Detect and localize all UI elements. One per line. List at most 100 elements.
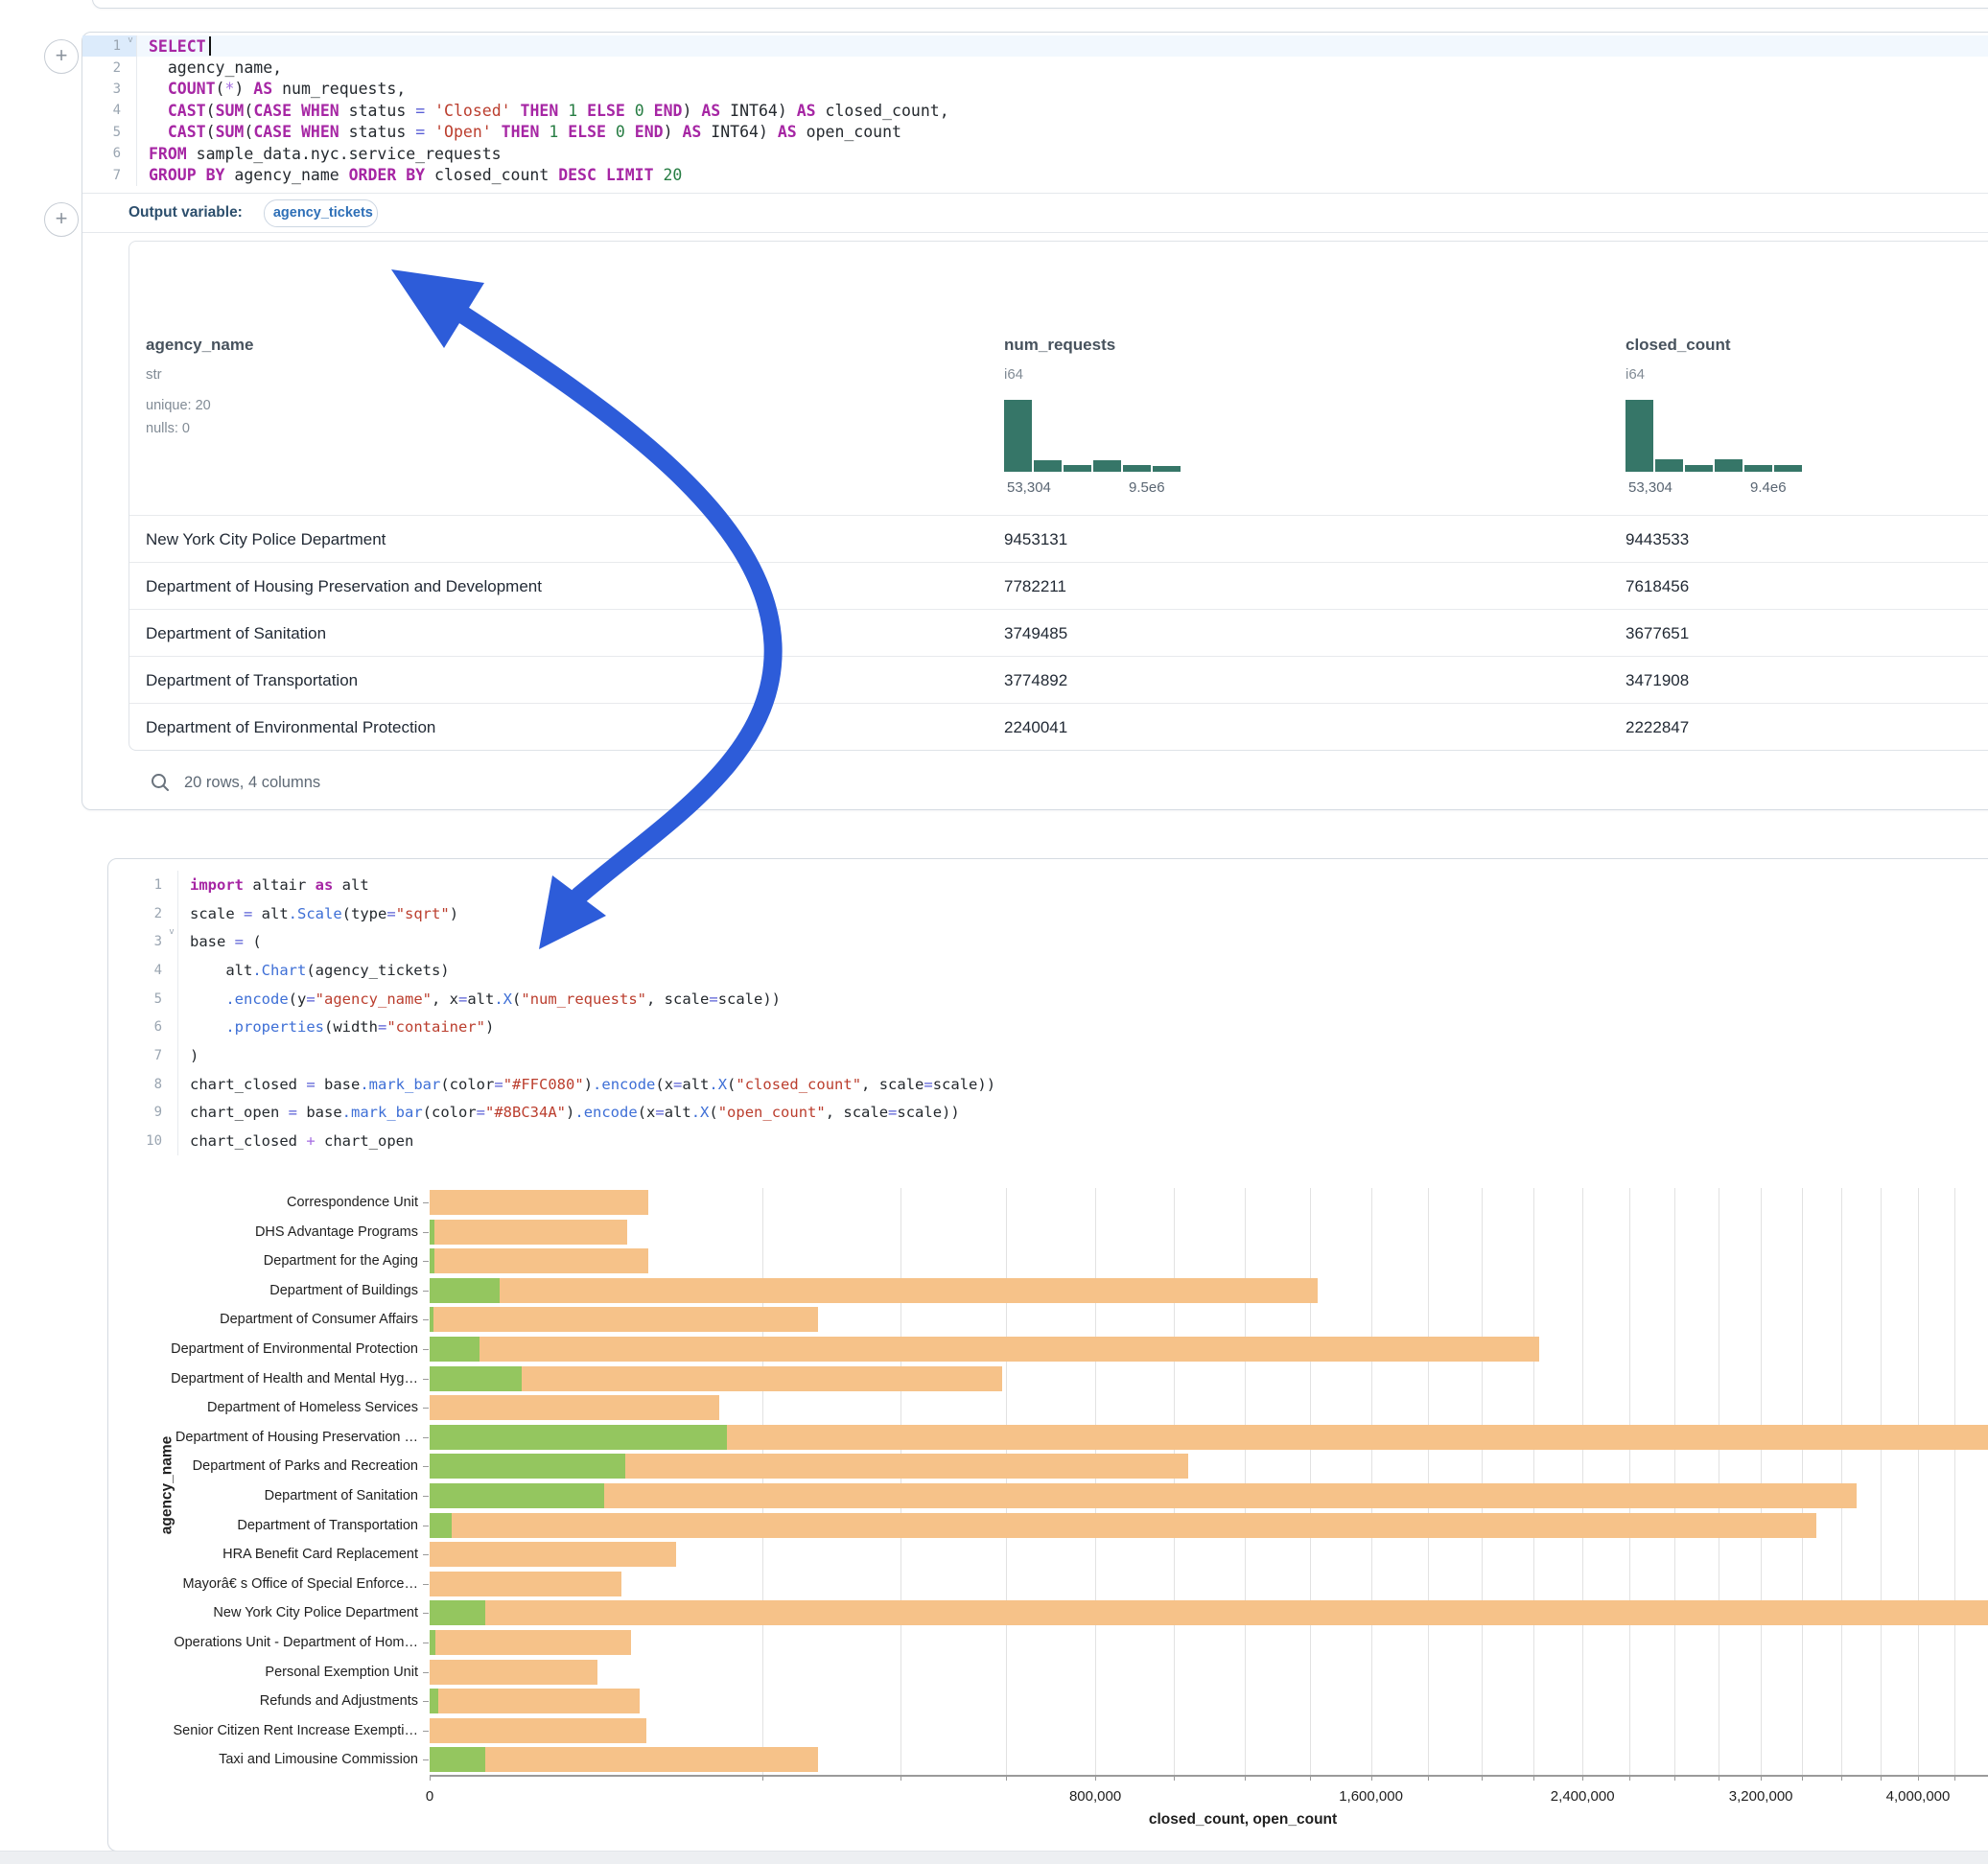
code-line-content[interactable]: SELECT xyxy=(136,35,1988,57)
add-cell-button-output[interactable]: + xyxy=(44,202,79,237)
code-line[interactable]: 7GROUP BY agency_name ORDER BY closed_co… xyxy=(82,164,1988,185)
line-gutter: 5 xyxy=(82,122,136,143)
gridline xyxy=(1674,1188,1675,1775)
code-token: SUM xyxy=(216,123,245,141)
y-axis-tick xyxy=(423,1232,429,1233)
table-cell[interactable]: 7618456 xyxy=(1625,577,1689,596)
code-token: INT64) xyxy=(701,123,777,141)
table-cell[interactable]: 2240041 xyxy=(1004,718,1067,737)
x-axis-line xyxy=(430,1775,1988,1777)
code-token xyxy=(644,102,654,120)
code-line-content[interactable]: COUNT(*) AS num_requests, xyxy=(136,79,1988,100)
table-cell[interactable]: 9453131 xyxy=(1004,530,1067,549)
y-axis-tick xyxy=(423,1437,429,1438)
table-cell[interactable]: 3471908 xyxy=(1625,671,1689,690)
code-line[interactable]: 5 CAST(SUM(CASE WHEN status = 'Open' THE… xyxy=(82,122,1988,143)
code-token: = xyxy=(415,102,425,120)
y-axis-tick xyxy=(423,1584,429,1585)
y-axis-label: Department of Homeless Services xyxy=(207,1400,418,1415)
line-number: 5 xyxy=(82,122,125,143)
code-line-content[interactable]: GROUP BY agency_name ORDER BY closed_cou… xyxy=(136,164,1988,185)
column-header-num_requests[interactable]: num_requests xyxy=(1004,336,1115,355)
bar-open xyxy=(430,1220,434,1245)
histogram-bar xyxy=(1153,466,1181,472)
table-cell[interactable]: 3749485 xyxy=(1004,624,1067,643)
table-cell[interactable]: 7782211 xyxy=(1004,577,1066,596)
bar-closed xyxy=(430,1337,1539,1362)
table-cell[interactable]: 3677651 xyxy=(1625,624,1689,643)
table-row[interactable]: Department of Environmental Protection 22… xyxy=(129,703,1988,751)
bar-open xyxy=(430,1630,435,1655)
code-token: sample_data.nyc.service_requests xyxy=(187,145,502,163)
code-token: 1 xyxy=(549,123,558,141)
code-token: closed_count, xyxy=(816,102,949,120)
table-cell[interactable]: Department of Transportation xyxy=(146,671,358,690)
table-cell[interactable]: 9443533 xyxy=(1625,530,1689,549)
bar-closed xyxy=(430,1248,648,1273)
y-axis-label: Department of Buildings xyxy=(269,1283,418,1298)
y-axis-tick xyxy=(423,1291,429,1292)
code-token: ELSE xyxy=(587,102,625,120)
code-line-content[interactable]: agency_name, xyxy=(136,57,1988,78)
code-token xyxy=(577,102,587,120)
table-cell[interactable]: 3774892 xyxy=(1004,671,1067,690)
bar-open xyxy=(430,1600,485,1625)
output-variable-pill[interactable]: agency_tickets xyxy=(264,199,378,227)
column-histogram xyxy=(1004,400,1181,472)
bar-closed xyxy=(430,1572,621,1596)
table-cell[interactable]: New York City Police Department xyxy=(146,530,386,549)
code-line-content[interactable]: CAST(SUM(CASE WHEN status = 'Open' THEN … xyxy=(136,122,1988,143)
table-cell[interactable]: Department of Sanitation xyxy=(146,624,326,643)
code-token xyxy=(625,123,635,141)
code-line[interactable]: 2 agency_name, xyxy=(82,57,1988,78)
add-cell-button-top[interactable]: + xyxy=(44,39,79,74)
column-header-closed_count[interactable]: closed_count xyxy=(1625,336,1731,355)
code-token: AS xyxy=(778,123,797,141)
gridline xyxy=(1629,1188,1630,1775)
table-cell[interactable]: 2222847 xyxy=(1625,718,1689,737)
table-row[interactable]: Department of Housing Preservation and D… xyxy=(129,562,1988,610)
table-row[interactable]: Department of Sanitation 3749485 3677651 xyxy=(129,609,1988,657)
code-line-content[interactable]: FROM sample_data.nyc.service_requests xyxy=(136,143,1988,164)
column-header-agency_name[interactable]: agency_name xyxy=(146,336,253,355)
code-token: SELECT xyxy=(149,37,206,56)
bar-open xyxy=(430,1337,479,1362)
y-axis-label: Department of Consumer Affairs xyxy=(220,1312,418,1327)
next-cell-edge xyxy=(0,1851,1988,1864)
histogram-bar xyxy=(1064,465,1091,472)
gridline xyxy=(1802,1188,1803,1775)
table-cell[interactable]: Department of Housing Preservation and D… xyxy=(146,577,542,596)
bar-closed xyxy=(430,1278,1318,1303)
y-axis-label: Department of Housing Preservation … xyxy=(175,1430,418,1445)
bar-closed xyxy=(430,1718,646,1743)
code-token xyxy=(292,102,301,120)
bar-closed xyxy=(430,1542,676,1567)
code-token xyxy=(511,102,521,120)
code-token: status xyxy=(339,102,415,120)
sql-code-editor[interactable]: 1 v SELECT2 agency_name,3 COUNT(*) AS num_… xyxy=(82,35,1988,189)
collapse-chevron-icon[interactable]: v xyxy=(125,35,136,57)
y-axis-label: Department for the Aging xyxy=(264,1253,418,1269)
code-token: status xyxy=(339,123,415,141)
code-token xyxy=(492,123,502,141)
code-line[interactable]: 1vSELECT xyxy=(82,35,1988,57)
code-token: WHEN xyxy=(301,123,339,141)
code-line[interactable]: 3 COUNT(*) AS num_requests, xyxy=(82,79,1988,100)
bar-open xyxy=(430,1689,438,1713)
code-token xyxy=(625,102,635,120)
output-variable-bar: Output variable: agency_tickets xyxy=(82,193,1988,233)
code-line-content[interactable]: CAST(SUM(CASE WHEN status = 'Closed' THE… xyxy=(136,100,1988,121)
code-line[interactable]: 6FROM sample_data.nyc.service_requests xyxy=(82,143,1988,164)
code-token: AS xyxy=(701,102,720,120)
code-token: INT64) xyxy=(720,102,796,120)
y-axis-label: Personal Exemption Unit xyxy=(265,1665,418,1680)
table-row[interactable]: New York City Police Department 9453131 94… xyxy=(129,515,1988,563)
y-axis-label: Department of Transportation xyxy=(237,1518,418,1533)
table-row[interactable]: Department of Transportation 3774892 34719… xyxy=(129,656,1988,704)
code-token xyxy=(149,80,168,98)
table-cell[interactable]: Department of Environmental Protection xyxy=(146,718,435,737)
bar-closed xyxy=(430,1513,1816,1538)
y-axis-tick xyxy=(423,1319,429,1320)
search-icon[interactable] xyxy=(150,772,171,793)
code-line[interactable]: 4 CAST(SUM(CASE WHEN status = 'Closed' T… xyxy=(82,100,1988,121)
